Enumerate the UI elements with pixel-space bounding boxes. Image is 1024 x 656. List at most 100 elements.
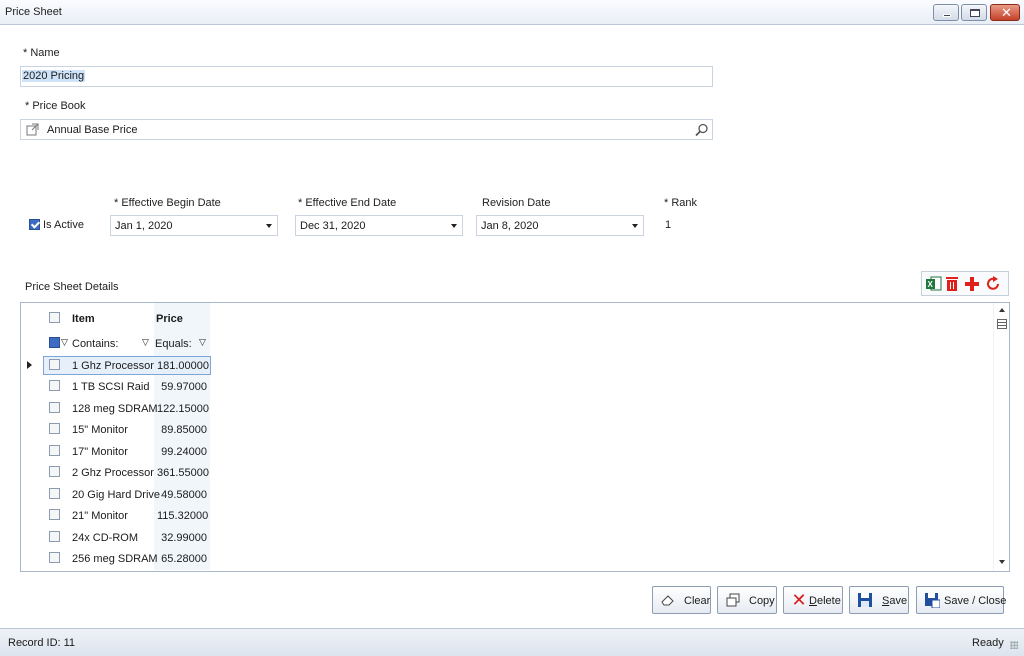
row-checkbox[interactable]: [49, 552, 60, 563]
minimize-button[interactable]: [933, 4, 959, 21]
save-label: Save: [882, 595, 908, 607]
rank-label: * Rank: [664, 197, 698, 209]
delete-x-icon: ✕: [791, 590, 807, 610]
add-icon[interactable]: [963, 275, 981, 293]
price-filter-operator[interactable]: Equals:: [155, 338, 192, 350]
price-cell: 89.85000: [161, 424, 207, 436]
copy-button[interactable]: Copy: [717, 586, 777, 614]
price-cell: 59.97000: [161, 381, 207, 393]
effective-begin-value: Jan 1, 2020: [115, 220, 173, 232]
price-sheet-details-label: Price Sheet Details: [25, 281, 119, 293]
scroll-up-icon[interactable]: [999, 308, 1005, 312]
row-checkbox[interactable]: [49, 402, 60, 413]
item-filter-funnel-icon[interactable]: ▽: [142, 337, 149, 348]
revision-date-label: Revision Date: [482, 197, 551, 209]
row-checkbox[interactable]: [49, 359, 60, 370]
refresh-icon[interactable]: [984, 275, 1002, 293]
price-book-label: * Price Book: [25, 100, 86, 112]
price-cell: 65.28000: [161, 553, 207, 565]
item-cell: 128 meg SDRAM: [72, 403, 158, 415]
floppy-disk-icon: [857, 592, 873, 608]
title-bar: Price Sheet ✕: [0, 0, 1024, 25]
maximize-icon: [970, 9, 980, 17]
row-checkbox[interactable]: [49, 509, 60, 520]
save-close-button[interactable]: Save / Close: [916, 586, 1007, 614]
delete-icon[interactable]: [943, 275, 961, 293]
copy-icon: [725, 592, 741, 608]
is-active-checkbox[interactable]: [29, 219, 40, 230]
price-cell: 181.00000: [157, 360, 209, 372]
details-toolbar: X: [921, 271, 1009, 296]
name-label: * Name: [23, 47, 60, 59]
chevron-down-icon: [632, 224, 638, 228]
resize-grip-icon[interactable]: [1010, 641, 1018, 649]
column-header-item[interactable]: Item: [72, 313, 95, 325]
item-cell: 20 Gig Hard Drive: [72, 489, 161, 501]
vertical-scrollbar[interactable]: [993, 303, 1009, 571]
eraser-icon: [660, 592, 676, 608]
price-cell: 115.32000: [157, 510, 209, 522]
item-cell: 24x CD-ROM: [72, 532, 139, 544]
copy-label: Copy: [749, 595, 775, 607]
effective-end-value: Dec 31, 2020: [300, 220, 366, 232]
effective-begin-select[interactable]: Jan 1, 2020: [110, 215, 278, 236]
is-active-label: Is Active: [43, 219, 84, 231]
item-cell: 1 TB SCSI Raid: [72, 381, 150, 393]
save-close-icon: [924, 592, 941, 609]
window-title: Price Sheet: [5, 6, 62, 18]
effective-end-select[interactable]: Dec 31, 2020: [295, 215, 463, 236]
effective-begin-label: * Effective Begin Date: [114, 197, 221, 209]
item-cell: 21" Monitor: [72, 510, 128, 522]
item-cell: 15" Monitor: [72, 424, 128, 436]
close-button[interactable]: ✕: [990, 4, 1020, 21]
revision-date-select[interactable]: Jan 8, 2020: [476, 215, 644, 236]
chevron-down-icon: [451, 224, 457, 228]
save-close-label: Save / Close: [944, 595, 1007, 607]
status-bar: Record ID: 11 Ready: [0, 628, 1024, 656]
price-cell: 99.24000: [161, 446, 207, 458]
filter-funnel-icon: ▽: [61, 337, 68, 347]
svg-text:X: X: [928, 280, 934, 289]
item-cell: 17" Monitor: [72, 446, 128, 458]
record-id-text: Record ID: 11: [8, 637, 76, 649]
price-cell: 32.99000: [161, 532, 207, 544]
name-value: 2020 Pricing: [22, 70, 86, 82]
price-cell: 122.15000: [157, 403, 209, 415]
close-icon: ✕: [1001, 5, 1012, 20]
rank-value: 1: [665, 219, 672, 231]
minimize-icon: [943, 14, 951, 17]
row-checkbox[interactable]: [49, 423, 60, 434]
row-checkbox[interactable]: [49, 531, 60, 542]
price-cell: 49.58000: [161, 489, 207, 501]
row-pointer-icon: [27, 361, 32, 369]
item-cell: 2 Ghz Processor: [72, 467, 154, 479]
name-field[interactable]: 2020 Pricing: [20, 66, 713, 87]
select-all-checkbox[interactable]: [49, 312, 60, 323]
item-cell: 256 meg SDRAM: [72, 553, 158, 565]
column-header-price[interactable]: Price: [156, 313, 183, 325]
maximize-button[interactable]: [961, 4, 987, 21]
search-icon[interactable]: [695, 123, 709, 137]
clear-label: Clear: [684, 595, 711, 607]
price-sheet-grid: Item Price ▽ Contains: ▽ Equals: ▽ 1 Ghz…: [20, 302, 1010, 572]
price-book-value: Annual Base Price: [47, 124, 138, 136]
price-filter-funnel-icon[interactable]: ▽: [199, 337, 206, 348]
item-filter-operator[interactable]: Contains:: [72, 338, 118, 350]
status-text: Ready: [972, 637, 1004, 649]
revision-date-value: Jan 8, 2020: [481, 220, 539, 232]
item-cell: 1 Ghz Processor: [72, 360, 154, 372]
row-checkbox[interactable]: [49, 488, 60, 499]
column-chooser-icon[interactable]: [997, 319, 1007, 329]
delete-button[interactable]: ✕ Delete: [783, 586, 843, 614]
open-link-icon[interactable]: [26, 123, 40, 137]
row-checkbox[interactable]: [49, 466, 60, 477]
scroll-down-icon[interactable]: [999, 560, 1005, 564]
filter-toggle-icon[interactable]: [49, 337, 60, 348]
row-checkbox[interactable]: [49, 380, 60, 391]
row-checkbox[interactable]: [49, 445, 60, 456]
price-book-field[interactable]: Annual Base Price: [20, 119, 713, 140]
excel-export-icon[interactable]: X: [925, 275, 943, 293]
clear-button[interactable]: Clear: [652, 586, 711, 614]
chevron-down-icon: [266, 224, 272, 228]
save-button[interactable]: Save: [849, 586, 909, 614]
